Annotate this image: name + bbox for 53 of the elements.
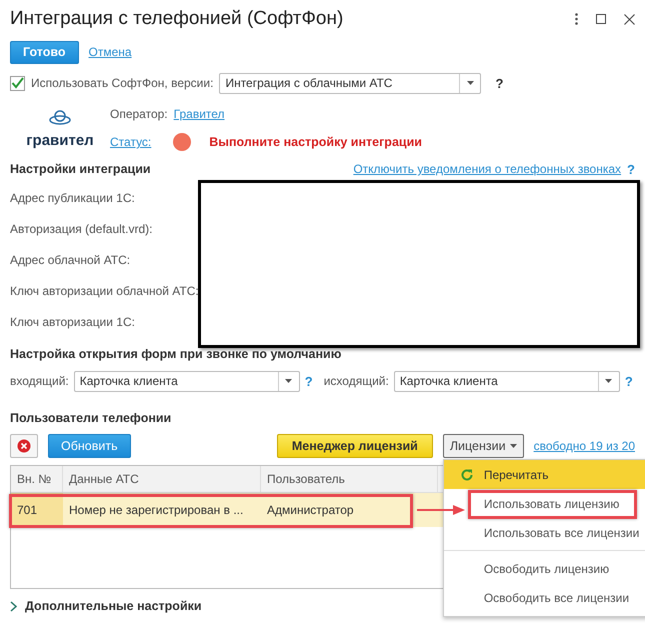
help-link[interactable]: ?	[304, 374, 313, 388]
field-label: Адрес публикации 1С:	[10, 190, 135, 204]
free-licenses-link[interactable]: свободно 19 из 20	[534, 439, 635, 453]
dropdown-arrow-icon	[605, 379, 612, 383]
checkbox[interactable]	[10, 76, 25, 90]
window-title: Интеграция с телефонией (СофтФон)	[10, 8, 344, 30]
section-title: Настройка открытия форм при звонке по умолчанию	[10, 347, 342, 361]
field-label: Адрес облачной АТС:	[10, 252, 130, 266]
dropdown-arrow-icon	[510, 444, 517, 448]
notifications-link[interactable]: Отключить уведомления о телефонных звонках	[353, 162, 622, 176]
status-text: Выполните настройку интеграции	[209, 135, 422, 149]
column-header: Пользователь	[261, 466, 438, 492]
operator-label: Оператор:	[110, 107, 168, 121]
refresh-icon	[460, 468, 474, 482]
table-cell-text: Администратор	[266, 502, 355, 519]
close-icon[interactable]	[624, 14, 635, 24]
more-icon[interactable]	[575, 13, 578, 25]
planet-icon	[48, 108, 72, 128]
outgoing-label: исходящий:	[324, 374, 389, 388]
operator-link[interactable]: Гравител	[174, 107, 225, 121]
help-link[interactable]: ?	[624, 374, 633, 388]
version-combo[interactable]: Интеграция с облачными АТС	[219, 72, 482, 94]
delete-button[interactable]	[10, 434, 38, 458]
section-title: Пользователи телефонии	[10, 411, 172, 425]
outgoing-combo[interactable]: Карточка клиента	[394, 370, 620, 392]
license-manager-button[interactable]: Менеджер лицензий	[276, 434, 433, 458]
licenses-dropdown-button[interactable]: Лицензии	[442, 434, 524, 458]
menu-item[interactable]: Освободить лицензию	[444, 554, 645, 583]
table-cell-text: Номер не зарегистрирован в ...	[68, 502, 244, 519]
cancel-link[interactable]: Отмена	[88, 45, 132, 59]
field-label: Ключ авторизации облачной АТС:	[10, 284, 199, 298]
menu-item[interactable]: Перечитать	[444, 460, 645, 489]
field-label: Ключ авторизации 1С:	[10, 314, 135, 328]
more-settings-toggle[interactable]: Дополнительные настройки	[25, 599, 202, 613]
logo-text: гравител	[26, 132, 94, 148]
field-label: Авторизация (default.vrd):	[10, 222, 152, 236]
status-link[interactable]: Статус:	[110, 135, 152, 149]
help-link[interactable]: ?	[495, 76, 504, 90]
maximize-icon[interactable]	[596, 14, 606, 24]
checkbox-label: Использовать СофтФон, версии:	[31, 76, 214, 90]
incoming-label: входящий:	[10, 374, 69, 388]
dropdown-arrow-icon	[466, 81, 474, 85]
chevron-icon[interactable]	[10, 600, 17, 612]
column-header: Вн. №	[11, 466, 63, 492]
delete-icon	[17, 439, 31, 453]
dropdown-arrow-icon	[285, 379, 292, 383]
section-title: Настройки интеграции	[10, 162, 151, 176]
status-dot	[173, 133, 192, 151]
menu-item[interactable]: Освободить все лицензии	[444, 583, 645, 612]
column-header: Данные АТС	[63, 466, 261, 492]
incoming-combo[interactable]: Карточка клиента	[74, 370, 300, 392]
arrow-drawing	[417, 505, 465, 515]
help-link[interactable]: ?	[627, 162, 635, 176]
